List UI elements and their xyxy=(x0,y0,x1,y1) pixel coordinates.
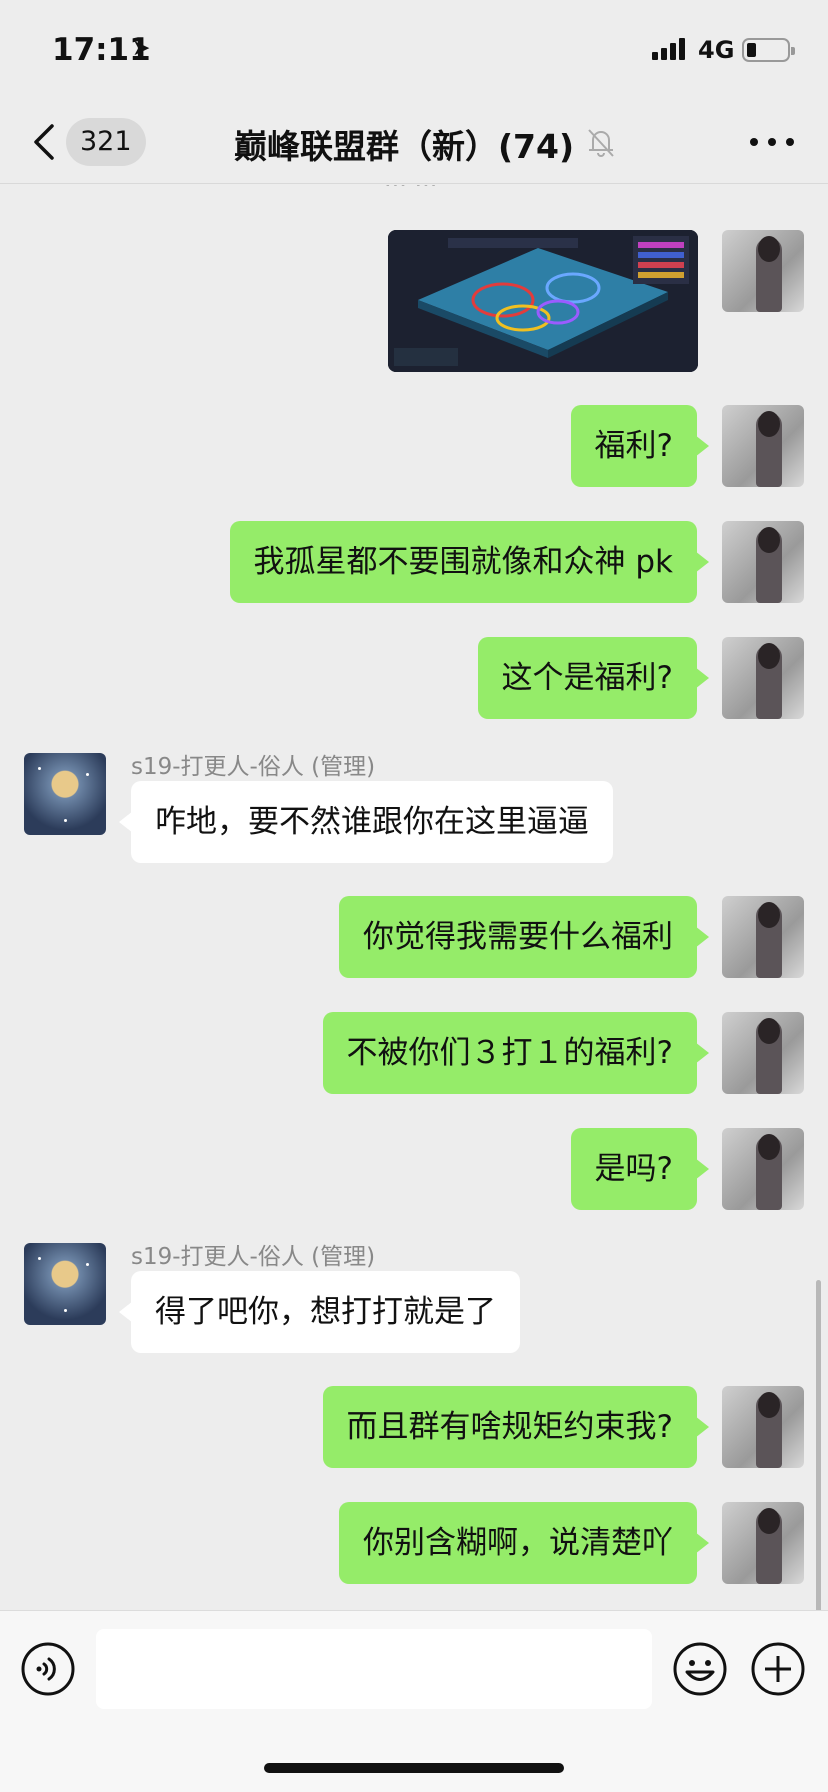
chat-title: 巅峰联盟群（新）(74) xyxy=(233,127,575,166)
my-avatar[interactable] xyxy=(722,230,804,312)
sent-message[interactable]: 你别含糊啊，说清楚吖 xyxy=(339,1502,709,1584)
sent-message[interactable]: 不被你们３打１的福利? xyxy=(322,1012,710,1094)
message-list[interactable]: ··· ··· 福利? 我孤星都不要围就像和众神 pk 这个是福利? s19-打… xyxy=(0,185,828,1610)
sender-avatar[interactable] xyxy=(24,753,106,835)
my-avatar[interactable] xyxy=(722,1012,804,1094)
sent-message[interactable]: 这个是福利? xyxy=(477,637,710,719)
voice-input-icon[interactable] xyxy=(20,1641,76,1697)
my-avatar[interactable] xyxy=(722,637,804,719)
timestamp: ··· ··· xyxy=(384,185,438,199)
chat-header: 321 巅峰联盟群（新）(74) xyxy=(0,100,828,184)
scrollbar[interactable] xyxy=(816,1280,821,1610)
sender-name: s19-打更人-俗人 (管理) xyxy=(131,1244,376,1270)
sent-message[interactable]: 你觉得我需要什么福利 xyxy=(339,896,709,978)
my-avatar[interactable] xyxy=(722,521,804,603)
image-message[interactable] xyxy=(388,230,698,372)
game-map-thumbnail xyxy=(388,230,698,372)
plus-icon[interactable] xyxy=(750,1641,806,1697)
battery-icon xyxy=(742,38,795,62)
emoji-icon[interactable] xyxy=(672,1641,728,1697)
received-message[interactable]: 咋地，要不然谁跟你在这里逼逼 xyxy=(119,781,613,863)
my-avatar[interactable] xyxy=(722,1502,804,1584)
sent-message[interactable]: 我孤星都不要围就像和众神 pk xyxy=(229,521,710,603)
network-type: 4G xyxy=(698,36,735,64)
input-bar xyxy=(0,1610,828,1792)
location-arrow-icon: ➤ xyxy=(132,36,151,61)
status-bar: 17:11 ➤ 4G xyxy=(0,0,828,100)
home-indicator xyxy=(264,1763,564,1773)
my-avatar[interactable] xyxy=(722,405,804,487)
sender-avatar[interactable] xyxy=(24,1243,106,1325)
sent-message[interactable]: 是吗? xyxy=(570,1128,710,1210)
my-avatar[interactable] xyxy=(722,896,804,978)
muted-bell-icon xyxy=(588,129,614,157)
sent-message[interactable]: 福利? xyxy=(570,405,710,487)
my-avatar[interactable] xyxy=(722,1128,804,1210)
sent-message[interactable]: 而且群有啥规矩约束我? xyxy=(322,1386,710,1468)
signal-strength-icon xyxy=(652,38,685,60)
my-avatar[interactable] xyxy=(722,1386,804,1468)
received-message[interactable]: 得了吧你，想打打就是了 xyxy=(119,1271,520,1353)
sender-name: s19-打更人-俗人 (管理) xyxy=(131,754,376,780)
more-options-icon[interactable] xyxy=(748,136,796,148)
message-input[interactable] xyxy=(96,1629,652,1709)
